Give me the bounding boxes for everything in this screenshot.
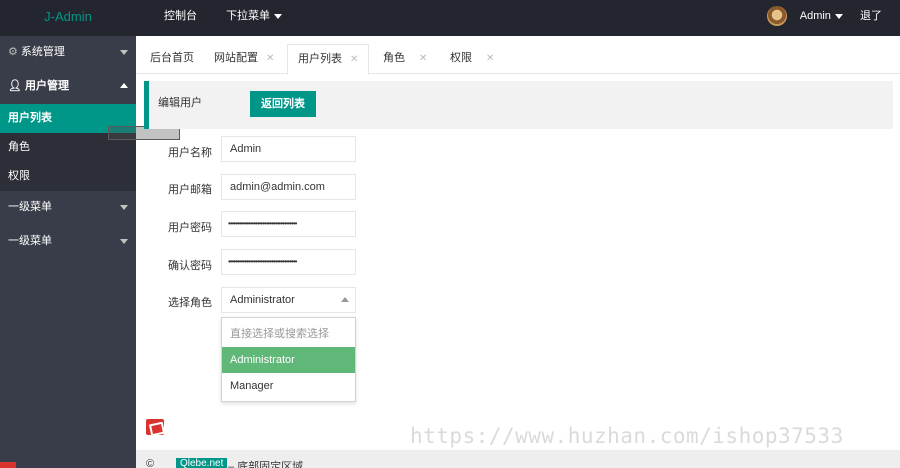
user-menu[interactable]: Admin [800, 0, 843, 33]
chevron-down-icon [834, 13, 843, 19]
password-label: 用户密码 [168, 222, 212, 234]
tab-permissions[interactable]: 权限 ✕ [450, 44, 494, 74]
user-area: Admin 退了 [766, 0, 882, 36]
role-search-input[interactable]: 直接选择或搜索选择 [222, 321, 355, 347]
chevron-up-icon [120, 83, 128, 88]
sidebar: ⚙ 系统管理 👤︎ 用户管理 用户列表 角色 权限 一级菜单 一级菜单 [0, 36, 136, 468]
sidebar-item-user-mgmt[interactable]: 👤︎ 用户管理 [0, 70, 136, 104]
top-nav: 控制台 下拉菜单 [164, 0, 308, 36]
role-option-administrator[interactable]: Administrator [222, 347, 355, 373]
watermark: https://www.huzhan.com/ishop37533 [410, 424, 844, 448]
tab-label: 后台首页 [150, 52, 194, 64]
page-header: 编辑用户 返回列表 [144, 81, 893, 129]
logout-link[interactable]: 退了 [860, 0, 882, 33]
sidebar-item-label: 系统管理 [20, 46, 65, 58]
chevron-down-icon [274, 13, 283, 19]
nav-dropdown-label: 下拉菜单 [226, 10, 271, 22]
chevron-down-icon [120, 50, 128, 55]
sidebar-submenu: 用户列表 角色 权限 [0, 104, 136, 191]
nav-dropdown-menu[interactable]: 下拉菜单 [226, 0, 283, 33]
footer-text: – 底部固定区域 [228, 461, 304, 468]
gear-icon: ⚙ [8, 46, 18, 58]
role-dropdown: 直接选择或搜索选择 Administrator Manager [221, 317, 356, 402]
tab-label: 网站配置 [214, 52, 258, 64]
password-field[interactable]: •••••••••••••••••••••••••••••••••••••• [221, 211, 356, 237]
role-option-manager[interactable]: Manager [222, 373, 355, 399]
email-label: 用户邮箱 [168, 184, 212, 196]
nav-console-link[interactable]: 控制台 [164, 0, 197, 33]
user-icon: 👤︎ [8, 80, 22, 92]
tab-label: 权限 [450, 52, 472, 64]
sidebar-item-label: 用户管理 [24, 80, 69, 92]
user-name: Admin [799, 10, 831, 22]
sidebar-item-label: 一级菜单 [8, 201, 52, 213]
tab-site-config[interactable]: 网站配置 ✕ [214, 44, 274, 74]
copyright-symbol: © [146, 458, 155, 468]
sidebar-item-label: 一级菜单 [8, 235, 52, 247]
sidebar-item-level1-b[interactable]: 一级菜单 [0, 225, 136, 259]
close-icon[interactable]: ✕ [350, 54, 358, 65]
tab-label: 角色 [383, 52, 405, 64]
tab-bar: 后台首页 网站配置 ✕ 用户列表 ✕ 角色 ✕ 权限 ✕ [136, 36, 900, 75]
page-title: 编辑用户 [158, 97, 202, 109]
chevron-down-icon [120, 205, 128, 210]
email-field[interactable]: admin@admin.com [221, 174, 356, 200]
footer-link[interactable]: Qlebe.net [176, 458, 228, 468]
sidebar-item-system[interactable]: ⚙ 系统管理 [0, 36, 136, 70]
close-icon[interactable]: ✕ [266, 53, 274, 64]
tab-user-list[interactable]: 用户列表 ✕ [287, 44, 370, 75]
username-label: 用户名称 [168, 147, 212, 159]
chevron-down-icon [120, 239, 128, 244]
confirm-password-label: 确认密码 [168, 260, 212, 272]
close-icon[interactable]: ✕ [419, 53, 427, 64]
role-label: 选择角色 [168, 297, 212, 309]
confirm-password-field[interactable]: •••••••••••••••••••••••••••••••••••••• [221, 249, 356, 275]
app-logo[interactable]: J-Admin [0, 0, 136, 36]
role-select[interactable]: Administrator [221, 287, 356, 313]
app-badge-icon[interactable] [146, 419, 164, 435]
tab-roles[interactable]: 角色 ✕ [383, 44, 427, 74]
tab-label: 用户列表 [298, 53, 342, 65]
close-icon[interactable]: ✕ [486, 53, 494, 64]
footer: © Qlebe.net – 底部固定区域 [136, 450, 900, 468]
tab-home[interactable]: 后台首页 [150, 44, 194, 74]
sidebar-item-permissions[interactable]: 权限 [0, 162, 136, 191]
chevron-up-icon[interactable] [341, 297, 349, 302]
back-to-list-button[interactable]: 返回列表 [250, 91, 316, 117]
avatar[interactable] [766, 6, 787, 27]
username-field[interactable]: Admin [221, 136, 356, 162]
sidebar-item-level1-a[interactable]: 一级菜单 [0, 191, 136, 225]
corner-badge [0, 462, 16, 468]
top-bar: J-Admin 控制台 下拉菜单 Admin 退了 [0, 0, 900, 36]
